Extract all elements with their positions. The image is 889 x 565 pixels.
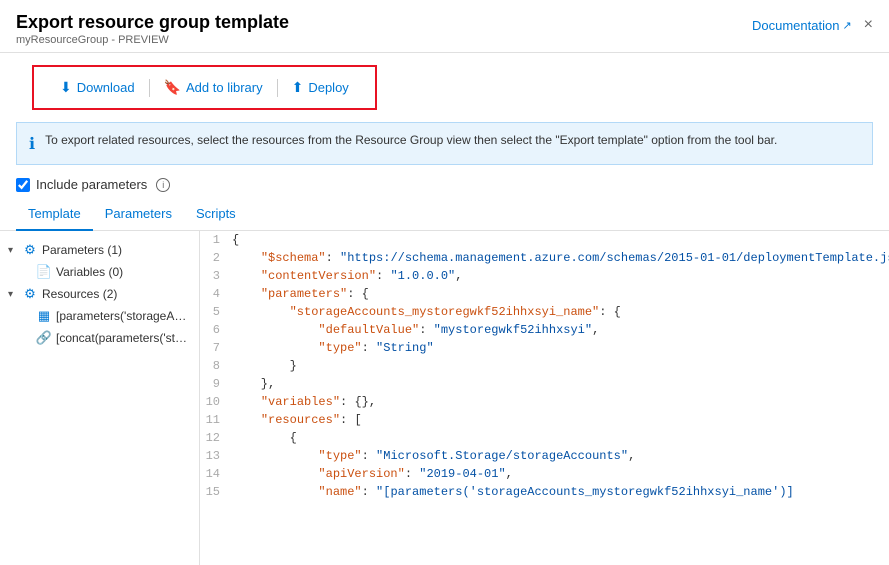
title-bar: Export resource group template myResourc… — [0, 0, 889, 53]
code-line-10: 10 "variables": {}, — [200, 393, 889, 411]
code-line-7: 7 "type": "String" — [200, 339, 889, 357]
external-link-icon: ↗ — [842, 19, 851, 32]
add-to-library-button[interactable]: 🔖 Add to library — [154, 75, 273, 100]
toggle-parameters: ▾ — [8, 245, 18, 256]
gear-icon-parameters: ⚙ — [22, 242, 38, 258]
code-line-9: 9 }, — [200, 375, 889, 393]
code-line-12: 12 { — [200, 429, 889, 447]
code-line-4: 4 "parameters": { — [200, 285, 889, 303]
sidebar: ▾ ⚙ Parameters (1) 📄 Variables (0) ▾ ⚙ R… — [0, 231, 200, 565]
info-icon: ℹ — [29, 134, 35, 154]
code-content[interactable]: 1 { 2 "$schema": "https://schema.managem… — [200, 231, 889, 565]
code-line-13: 13 "type": "Microsoft.Storage/storageAcc… — [200, 447, 889, 465]
code-line-11: 11 "resources": [ — [200, 411, 889, 429]
deploy-icon: ⬆ — [292, 79, 304, 96]
tree-label-parameters: Parameters (1) — [42, 243, 122, 257]
storage-icon-1: ▦ — [36, 308, 52, 324]
title-right: Documentation ↗ × — [752, 16, 873, 34]
deploy-button[interactable]: ⬆ Deploy — [282, 75, 359, 100]
code-line-8: 8 } — [200, 357, 889, 375]
code-line-1: 1 { — [200, 231, 889, 249]
subtitle: myResourceGroup - PREVIEW — [16, 34, 289, 46]
code-line-6: 6 "defaultValue": "mystoregwkf52ihhxsyi"… — [200, 321, 889, 339]
include-params-checkbox[interactable] — [16, 178, 30, 192]
tab-parameters[interactable]: Parameters — [93, 200, 184, 231]
toggle-resources: ▾ — [8, 289, 18, 300]
tree-item-parameters[interactable]: ▾ ⚙ Parameters (1) — [0, 239, 199, 261]
tree-item-storage2[interactable]: 🔗 [concat(parameters('storageAcc... — [0, 327, 199, 349]
tree-label-storage2: [concat(parameters('storageAcc... — [56, 331, 191, 345]
code-line-15: 15 "name": "[parameters('storageAccounts… — [200, 483, 889, 501]
code-panel: 1 { 2 "$schema": "https://schema.managem… — [200, 231, 889, 565]
toolbar-separator-1 — [149, 79, 150, 97]
tree-item-variables[interactable]: 📄 Variables (0) — [0, 261, 199, 283]
include-params-row: Include parameters i — [0, 173, 889, 200]
tree-label-storage1: [parameters('storageAccounts_... — [56, 309, 191, 323]
tree-label-variables: Variables (0) — [56, 265, 123, 279]
tree-item-resources[interactable]: ▾ ⚙ Resources (2) — [0, 283, 199, 305]
code-line-2: 2 "$schema": "https://schema.management.… — [200, 249, 889, 267]
tab-template[interactable]: Template — [16, 200, 93, 231]
file-icon-variables: 📄 — [36, 264, 52, 280]
download-icon: ⬇ — [60, 79, 72, 96]
tab-scripts[interactable]: Scripts — [184, 200, 248, 231]
tabs: Template Parameters Scripts — [0, 200, 889, 231]
info-message: To export related resources, select the … — [45, 133, 777, 147]
storage-icon-2: 🔗 — [36, 330, 52, 346]
page-title: Export resource group template — [16, 12, 289, 33]
toolbar: ⬇ Download 🔖 Add to library ⬆ Deploy — [32, 65, 377, 110]
code-line-5: 5 "storageAccounts_mystoregwkf52ihhxsyi_… — [200, 303, 889, 321]
main-content: ▾ ⚙ Parameters (1) 📄 Variables (0) ▾ ⚙ R… — [0, 231, 889, 565]
gear-icon-resources: ⚙ — [22, 286, 38, 302]
download-button[interactable]: ⬇ Download — [50, 75, 145, 100]
documentation-link[interactable]: Documentation ↗ — [752, 18, 852, 33]
tree-item-storage1[interactable]: ▦ [parameters('storageAccounts_... — [0, 305, 199, 327]
close-button[interactable]: × — [864, 16, 873, 34]
tree-label-resources: Resources (2) — [42, 287, 117, 301]
library-icon: 🔖 — [164, 79, 181, 96]
title-left: Export resource group template myResourc… — [16, 12, 289, 46]
include-params-label: Include parameters — [36, 177, 147, 192]
code-line-14: 14 "apiVersion": "2019-04-01", — [200, 465, 889, 483]
code-line-3: 3 "contentVersion": "1.0.0.0", — [200, 267, 889, 285]
params-info-icon: i — [156, 178, 170, 192]
toolbar-separator-2 — [277, 79, 278, 97]
info-bar: ℹ To export related resources, select th… — [16, 122, 873, 165]
